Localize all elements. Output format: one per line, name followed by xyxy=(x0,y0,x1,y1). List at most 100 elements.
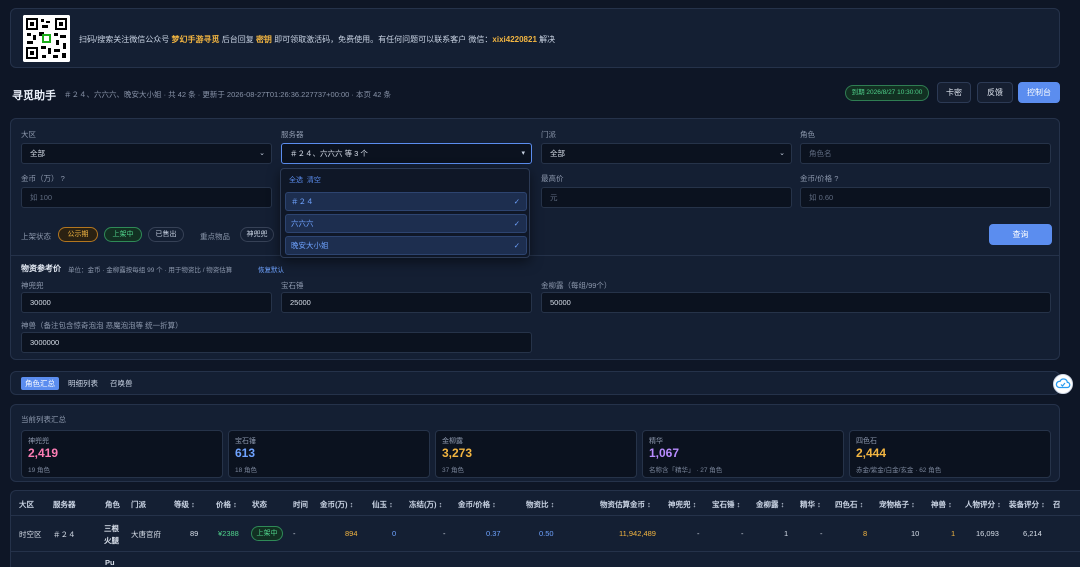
cell-role-score: 16,093 xyxy=(976,529,999,538)
server-option[interactable]: ＃２４ ✓ xyxy=(285,192,527,211)
account-name: 梦幻手游寻觅 xyxy=(171,35,220,44)
column-header[interactable]: 神兽 ↕ xyxy=(931,499,952,510)
region-label: 大区 xyxy=(21,130,36,139)
stat-value: 1,067 xyxy=(649,446,680,460)
tab-role-summary[interactable]: 角色汇总 xyxy=(21,377,59,390)
gold-input[interactable]: 如 100 xyxy=(21,187,272,208)
column-header[interactable]: 金柳露 ↕ xyxy=(756,499,784,510)
column-header[interactable]: 四色石 ↕ xyxy=(835,499,863,510)
shen-price-input[interactable]: 30000 xyxy=(21,292,272,313)
beast-label: 神兽（备注包含惊奇泡泡 恶魔泡泡等 统一折算） xyxy=(21,321,183,330)
cell-estimate: 11,942,489 xyxy=(619,529,656,538)
role-input[interactable]: 角色名 xyxy=(800,143,1051,164)
select-all-link[interactable]: 全选 xyxy=(289,177,303,184)
stat-card-shen: 神兜兜 2,419 19 角色 xyxy=(21,430,223,478)
status-public-chip[interactable]: 公示期 xyxy=(58,227,98,242)
column-header[interactable]: 门派 xyxy=(131,499,146,510)
cell-gold: 894 xyxy=(345,529,358,538)
cell-region: 时空区 xyxy=(19,530,42,539)
cell-frozen: - xyxy=(443,529,446,538)
column-header[interactable]: 宠物格子 ↕ xyxy=(879,499,915,510)
max-price-input[interactable]: 元 xyxy=(541,187,792,208)
column-header[interactable]: 精华 ↕ xyxy=(800,499,821,510)
cell-equip-score: 6,214 xyxy=(1023,529,1042,538)
status-label: 上架状态 xyxy=(21,232,51,241)
cell-price: ¥2388 xyxy=(218,529,239,538)
ref-price-title: 物资参考价 xyxy=(21,264,61,273)
banner-text: 扫码/搜索关注微信公众号 梦幻手游寻觅 后台回复 密钥 即可领取激活码，免费使用… xyxy=(79,35,556,44)
console-button[interactable]: 控制台 xyxy=(1018,82,1060,103)
tab-summons[interactable]: 召唤兽 xyxy=(106,377,137,390)
page-title: 寻觅助手 xyxy=(12,90,56,102)
cell-liulu: 1 xyxy=(784,529,789,538)
clear-link[interactable]: 清空 xyxy=(307,177,321,184)
stat-card-liulu: 金柳露 3,273 37 角色 xyxy=(435,430,637,478)
tab-detail-list[interactable]: 明细列表 xyxy=(64,377,102,390)
liulu-price-input[interactable]: 50000 xyxy=(541,292,1051,313)
check-icon: ✓ xyxy=(513,241,520,250)
cell-server: ＃２４ xyxy=(53,530,76,539)
chevron-down-icon: ⌄ xyxy=(779,150,785,157)
stat-value: 2,419 xyxy=(28,446,59,460)
server-option[interactable]: 六六六 ✓ xyxy=(285,214,527,233)
cell-jinghua: - xyxy=(820,529,823,538)
column-header[interactable]: 角色 xyxy=(105,499,120,510)
column-header[interactable]: 冻结(万) ↕ xyxy=(409,499,442,510)
column-header[interactable]: 价格 ↕ xyxy=(216,499,237,510)
feedback-button[interactable]: 反馈 xyxy=(977,82,1013,103)
column-header[interactable]: 物资估算金币 ↕ xyxy=(600,499,651,510)
column-header[interactable]: 状态 xyxy=(252,499,267,510)
column-header[interactable]: 神兜兜 ↕ xyxy=(668,499,696,510)
beast-price-input[interactable]: 3000000 xyxy=(21,332,532,353)
key-button[interactable]: 卡密 xyxy=(937,82,971,103)
restore-default-link[interactable]: 恢复默认 xyxy=(258,264,284,274)
cell-gem: - xyxy=(741,529,744,538)
cell-level: 89 xyxy=(190,529,199,538)
cell-xianyu: 0 xyxy=(392,529,397,538)
column-header[interactable]: 召 xyxy=(1053,499,1061,510)
stat-card-jinghua: 精华 1,067 名称含「精华」 · 27 角色 xyxy=(642,430,844,478)
column-header[interactable]: 物资比 ↕ xyxy=(526,499,554,510)
cell-role[interactable]: Pu xyxy=(105,558,115,567)
chevron-down-icon: ▾ xyxy=(521,150,525,157)
key-items-label: 重点物品 xyxy=(200,232,230,241)
key-item-chip[interactable]: 神兜兜 xyxy=(240,227,274,242)
max-price-label: 最高价 xyxy=(541,174,564,183)
gem-price-input[interactable]: 25000 xyxy=(281,292,532,313)
ratio-input[interactable]: 如 0.60 xyxy=(800,187,1051,208)
summary-title: 当前列表汇总 xyxy=(21,415,66,424)
cell-role[interactable]: 三根 xyxy=(104,523,119,534)
sect-select[interactable]: 全部 ⌄ xyxy=(541,143,792,164)
column-header[interactable]: 大区 xyxy=(19,499,34,510)
summary-panel: 当前列表汇总 神兜兜 2,419 19 角色 宝石锤 613 18 角色 金柳露… xyxy=(10,404,1060,482)
status-on-chip[interactable]: 上架中 xyxy=(104,227,142,242)
keyword: 密钥 xyxy=(255,35,272,44)
cell-beast: 1 xyxy=(951,529,956,538)
column-header[interactable]: 装备评分 ↕ xyxy=(1009,499,1045,510)
expiry-badge: 到期 2026/8/27 10:30:00 xyxy=(845,85,929,101)
column-header[interactable]: 金币/价格 ↕ xyxy=(458,499,496,510)
cell-time: - xyxy=(293,529,296,538)
query-button[interactable]: 查询 xyxy=(989,224,1052,245)
server-label: 服务器 xyxy=(281,130,304,139)
column-header[interactable]: 宝石锤 ↕ xyxy=(712,499,740,510)
cell-role[interactable]: 火腿 xyxy=(104,535,119,546)
column-header[interactable]: 等级 ↕ xyxy=(174,499,195,510)
column-header[interactable]: 金币(万) ↕ xyxy=(320,499,353,510)
cell-sect: 大唐官府 xyxy=(131,530,161,539)
column-header[interactable]: 服务器 xyxy=(53,499,76,510)
stat-card-gem: 宝石锤 613 18 角色 xyxy=(228,430,430,478)
view-tabs: 角色汇总 明细列表 召唤兽 xyxy=(10,371,1060,395)
server-select[interactable]: ＃２４、六六六 等 3 个 ▾ xyxy=(281,143,532,164)
region-select[interactable]: 全部 ⌄ xyxy=(21,143,272,164)
sect-label: 门派 xyxy=(541,130,556,139)
column-header[interactable]: 时间 xyxy=(293,499,308,510)
column-header[interactable]: 仙玉 ↕ xyxy=(372,499,393,510)
ratio-label: 金币/价格 ? xyxy=(800,174,839,183)
wechat-id: xixi4220821 xyxy=(492,35,537,44)
server-option[interactable]: 晚安大小姐 ✓ xyxy=(285,236,527,255)
divider xyxy=(11,255,1059,256)
cloud-icon[interactable] xyxy=(1053,374,1073,394)
column-header[interactable]: 人物评分 ↕ xyxy=(965,499,1001,510)
status-sold-chip[interactable]: 已售出 xyxy=(148,227,184,242)
